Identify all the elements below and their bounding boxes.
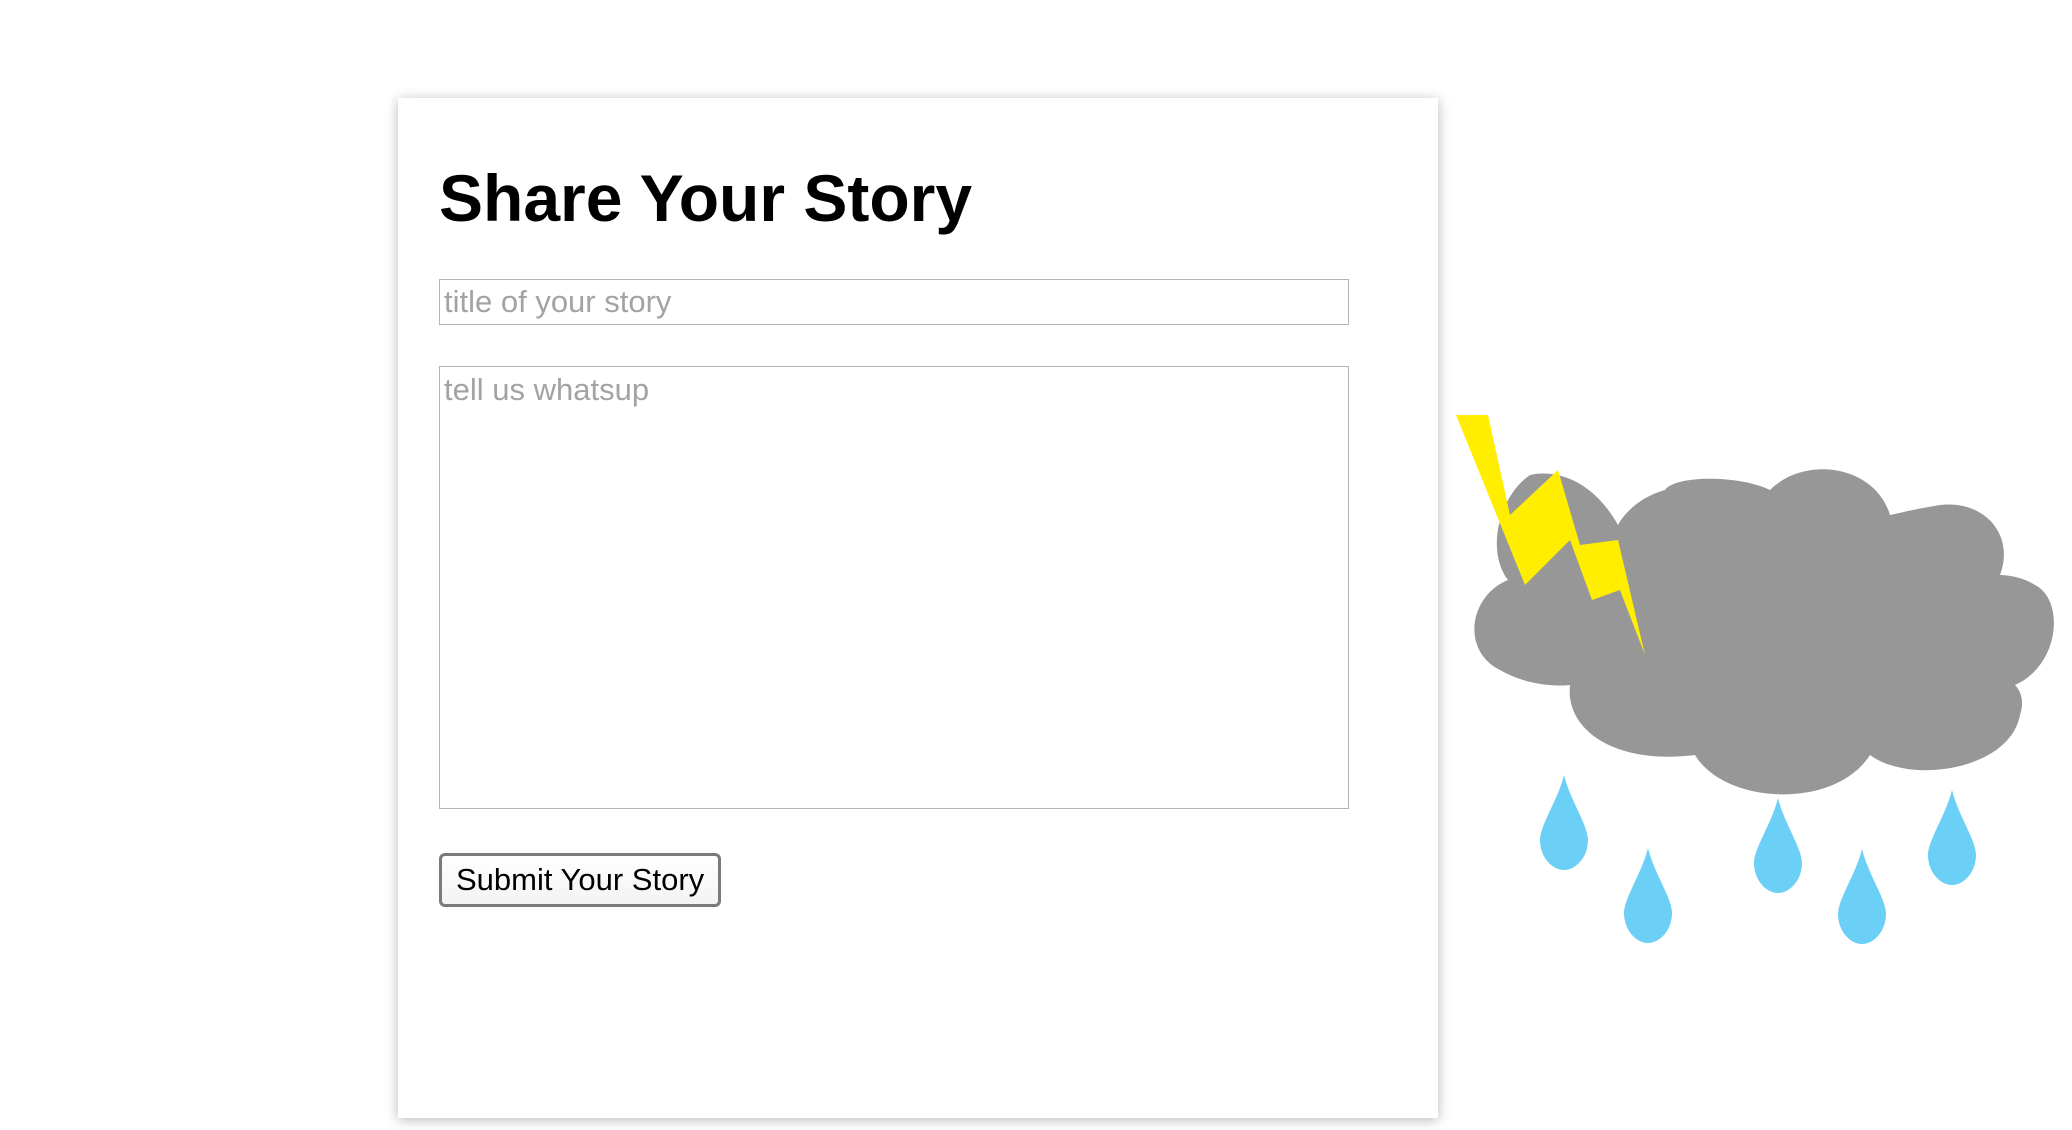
page: Share Your Story Submit Your Story <box>0 0 2072 1130</box>
submit-story-button[interactable]: Submit Your Story <box>439 853 722 907</box>
raindrop-icon <box>1624 848 1672 943</box>
story-body-textarea[interactable] <box>439 366 1349 809</box>
storm-illustration <box>1456 415 2054 944</box>
story-title-input[interactable] <box>439 279 1349 325</box>
raindrop-icon <box>1838 849 1886 944</box>
raindrop-icon <box>1540 775 1588 870</box>
raindrops <box>1540 775 1976 944</box>
raindrop-icon <box>1754 798 1802 893</box>
story-form-card: Share Your Story Submit Your Story <box>398 98 1438 1118</box>
raindrop-icon <box>1928 790 1976 885</box>
page-title: Share Your Story <box>439 161 973 235</box>
